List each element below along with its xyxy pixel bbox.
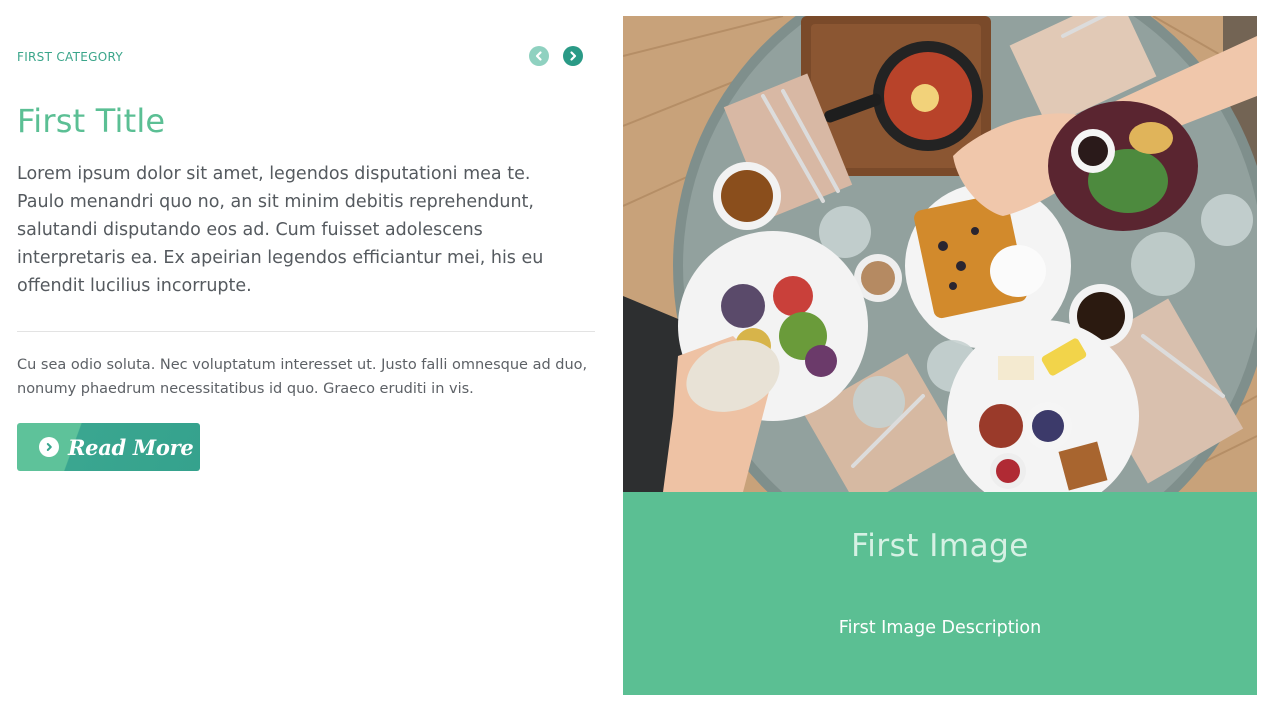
slide-title: First Title [17,102,166,140]
slide-content: FIRST CATEGORY First Title Lorem ipsum d… [17,0,595,707]
slide-lead-paragraph: Lorem ipsum dolor sit amet, legendos dis… [17,164,544,296]
slider-page: FIRST CATEGORY First Title Lorem ipsum d… [0,0,1268,707]
chevron-right-icon [570,51,577,61]
slider-navigation [529,46,583,66]
next-slide-button[interactable] [563,46,583,66]
image-description: First Image Description [838,618,1042,638]
previous-slide-button[interactable] [529,46,549,66]
image-panel: First Image First Image Description [623,16,1257,695]
divider [17,331,595,332]
category-label[interactable]: FIRST CATEGORY [17,50,123,64]
chevron-left-icon [535,51,542,61]
image-title: First Image [851,528,1029,564]
arrow-right-circle-icon [39,437,59,457]
read-more-label: Read More [68,434,194,460]
slide-body-paragraph: Cu sea odio soluta. Nec voluptatum inter… [17,357,588,397]
image-caption: First Image First Image Description [623,492,1257,695]
breakfast-table-photo[interactable] [623,16,1257,492]
read-more-button[interactable]: Read More [17,423,200,471]
